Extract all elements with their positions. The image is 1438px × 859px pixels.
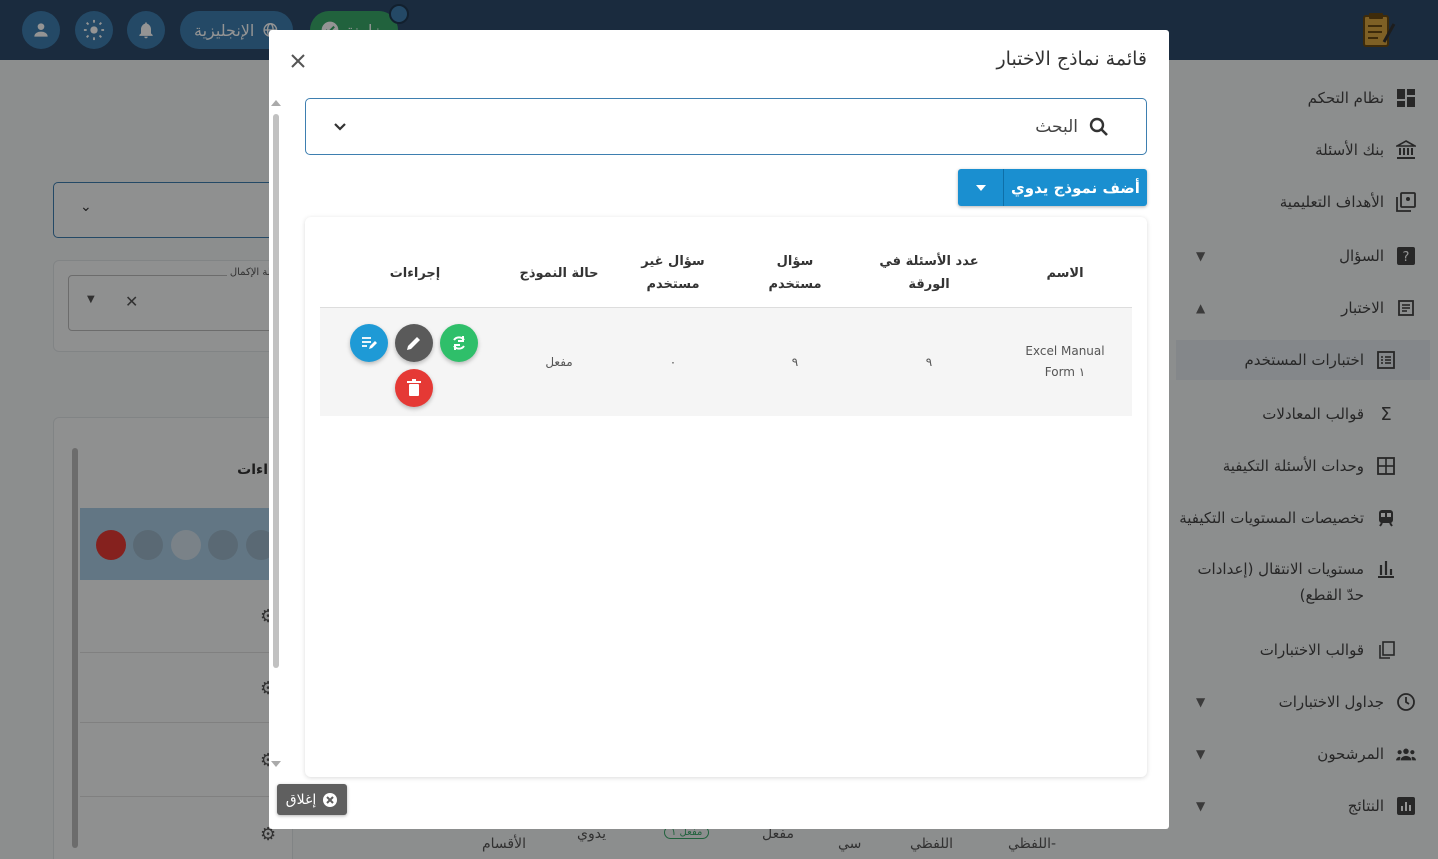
close-dialog-button[interactable]: إغلاق <box>277 784 347 815</box>
search-select[interactable] <box>305 98 1147 155</box>
chevron-down-icon[interactable] <box>332 118 348 138</box>
edit-note-icon <box>362 337 377 349</box>
close-dialog-label: إغلاق <box>285 791 317 808</box>
edit-button[interactable] <box>395 324 433 362</box>
add-options-dropdown[interactable] <box>958 169 1004 206</box>
delete-button[interactable] <box>395 369 433 407</box>
question-count-cell: ٩ <box>925 354 933 369</box>
regenerate-button[interactable] <box>440 324 478 362</box>
add-button-label: أضف نموذج يدوي <box>1011 178 1140 197</box>
scroll-down-arrow[interactable] <box>271 761 281 767</box>
column-header-actions: إجراءات <box>389 265 441 281</box>
column-header-form-status: حالة النموذج <box>519 265 599 281</box>
close-circle-icon <box>323 792 338 807</box>
used-questions-cell: ٩ <box>791 354 799 369</box>
unused-questions-cell: ٠ <box>669 354 677 369</box>
form-name-cell: Excel Manual Form ١ <box>1025 344 1105 379</box>
scrollbar-thumb[interactable] <box>273 114 279 668</box>
trash-icon <box>407 379 421 396</box>
pencil-icon <box>407 337 420 350</box>
column-header-name: الاسم <box>1046 265 1084 281</box>
review-button[interactable] <box>350 324 388 362</box>
search-icon <box>1088 116 1110 142</box>
form-status-cell: مفعل <box>545 354 573 369</box>
dialog-title: قائمة نماذج الاختبار <box>996 48 1148 70</box>
forms-table: الاسم عدد الأسئلة في الورقة سؤال مستخدم … <box>305 217 1147 777</box>
refresh-icon <box>453 336 465 350</box>
column-header-unused-questions: سؤال غير مستخدم <box>641 254 705 292</box>
exam-forms-dialog: قائمة نماذج الاختبار أضف نموذج يدوي الاس… <box>269 30 1169 829</box>
close-button[interactable] <box>287 50 309 72</box>
scroll-up-arrow[interactable] <box>271 100 281 106</box>
search-input[interactable] <box>478 113 1078 141</box>
column-header-question-count: عدد الأسئلة في الورقة <box>879 254 979 292</box>
close-icon <box>291 54 305 68</box>
caret-down-icon <box>975 184 986 191</box>
table-row: Excel Manual Form ١ ٩ ٩ ٠ مفعل <box>320 308 1132 416</box>
column-header-used-questions: سؤال مستخدم <box>768 254 822 292</box>
add-manual-form-button[interactable]: أضف نموذج يدوي <box>958 169 1147 206</box>
